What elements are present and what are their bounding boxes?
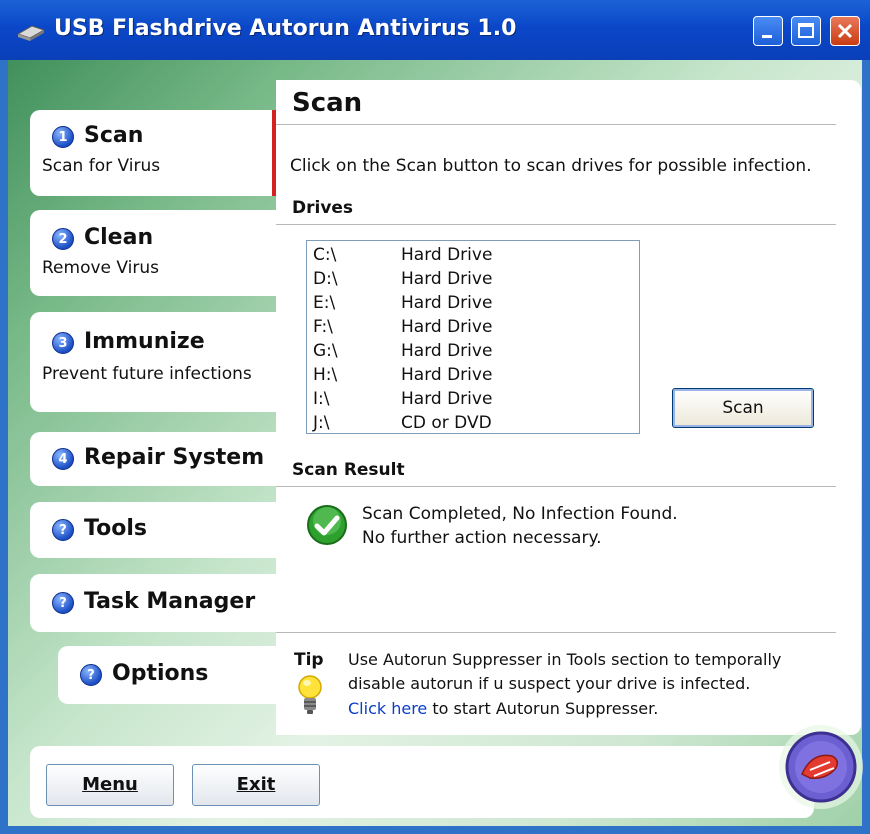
tip-text: disable autorun if u suspect your drive … — [348, 674, 751, 693]
maximize-icon — [798, 23, 814, 38]
sidebar-item-label: Tools — [84, 516, 147, 541]
lightbulb-icon — [298, 675, 322, 714]
step-3-icon: 3 — [52, 332, 74, 354]
sidebar-item-options[interactable]: ? Options — [58, 646, 276, 704]
app-window: USB Flashdrive Autorun Antivirus 1.0 1 S… — [0, 0, 870, 834]
drives-heading: Drives — [292, 198, 354, 218]
maximize-button[interactable] — [791, 16, 821, 46]
sidebar-item-repair-system[interactable]: 4 Repair System — [30, 432, 276, 486]
page-title: Scan — [292, 88, 363, 118]
sidebar-item-label: Immunize — [84, 329, 205, 354]
minimize-icon — [762, 35, 772, 38]
sidebar-item-tools[interactable]: ? Tools — [30, 502, 276, 558]
exit-button[interactable]: Exit — [192, 764, 320, 806]
title-bar[interactable]: USB Flashdrive Autorun Antivirus 1.0 — [0, 0, 870, 60]
scan-result-subtext: No further action necessary. — [362, 528, 602, 548]
divider — [276, 486, 836, 487]
sidebar-item-clean[interactable]: 2 Clean Remove Virus — [30, 210, 276, 296]
sidebar-item-label: Options — [112, 661, 209, 686]
close-icon — [837, 23, 853, 39]
help-icon: ? — [52, 519, 74, 541]
scan-panel: Scan Click on the Scan button to scan dr… — [276, 80, 861, 735]
close-button[interactable] — [830, 16, 860, 46]
tip-link-suffix: to start Autorun Suppresser. — [427, 699, 659, 718]
tip-text: Click here to start Autorun Suppresser. — [348, 699, 658, 718]
tip-text: Use Autorun Suppresser in Tools section … — [348, 650, 782, 669]
sidebar-item-subtitle: Prevent future infections — [42, 364, 252, 384]
bottom-bar: Menu Exit — [30, 746, 814, 818]
divider — [276, 632, 836, 633]
help-icon: ? — [52, 592, 74, 614]
menu-button[interactable]: Menu — [46, 764, 174, 806]
scan-button[interactable]: Scan — [672, 388, 814, 428]
sidebar-item-label: Clean — [84, 225, 154, 250]
help-icon: ? — [80, 664, 102, 686]
sidebar-item-immunize[interactable]: 3 Immunize Prevent future infections — [30, 312, 276, 412]
divider — [276, 224, 836, 225]
tip-label: Tip — [294, 650, 324, 670]
step-2-icon: 2 — [52, 228, 74, 250]
sidebar-item-label: Repair System — [84, 445, 265, 470]
usb-drive-icon — [16, 25, 46, 41]
step-1-icon: 1 — [52, 126, 74, 148]
minimize-button[interactable] — [753, 16, 783, 46]
scan-instructions: Click on the Scan button to scan drives … — [290, 156, 812, 176]
sidebar-item-label: Task Manager — [84, 589, 256, 614]
divider — [276, 124, 836, 125]
window-title: USB Flashdrive Autorun Antivirus 1.0 — [54, 16, 517, 41]
sidebar-item-label: Scan — [84, 123, 144, 148]
sidebar-item-scan[interactable]: 1 Scan Scan for Virus — [30, 110, 276, 196]
scan-result-text: Scan Completed, No Infection Found. — [362, 504, 678, 524]
scan-result-heading: Scan Result — [292, 460, 405, 480]
watermark-logo-icon — [779, 725, 863, 809]
check-circle-icon — [307, 505, 347, 545]
sidebar-item-subtitle: Remove Virus — [42, 258, 159, 278]
sidebar-item-subtitle: Scan for Virus — [42, 156, 161, 176]
step-4-icon: 4 — [52, 448, 74, 470]
sidebar-item-task-manager[interactable]: ? Task Manager — [30, 574, 276, 632]
drive-list[interactable]: C:\ Hard Drive D:\ Hard Drive E:\ Hard Driv… — [306, 240, 640, 434]
autorun-suppresser-link[interactable]: Click here — [348, 699, 427, 718]
